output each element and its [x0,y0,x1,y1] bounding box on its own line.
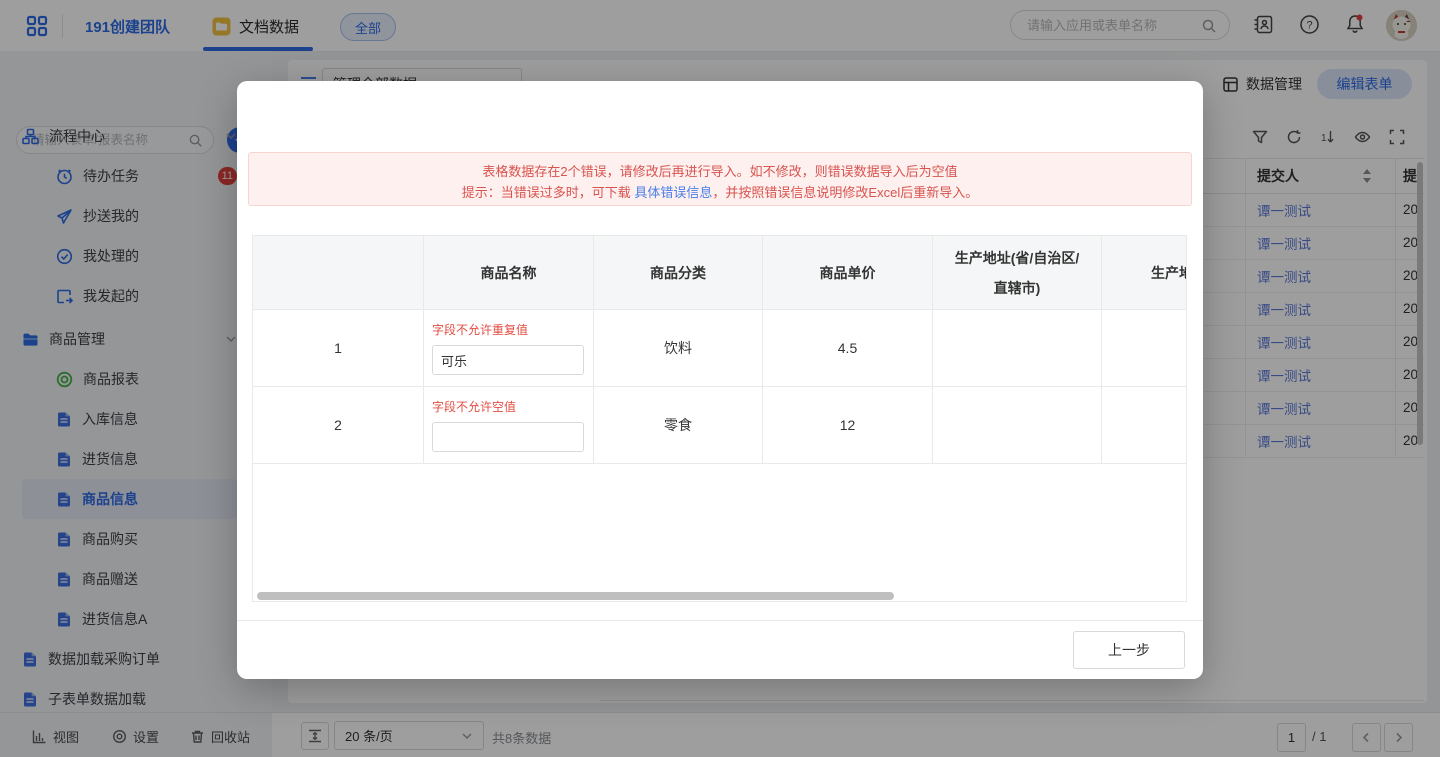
horizontal-scrollbar[interactable] [257,592,894,600]
price-cell: 4.5 [763,310,933,386]
alert-line1: 表格数据存在2个错误，请修改后再进行导入。如不修改，则错误数据导入后为空值 [249,162,1191,181]
name-input[interactable] [432,345,584,375]
row-number: 2 [253,387,424,463]
col-origin-partial: 生产地 [1102,236,1187,309]
alert-line2: 提示：当错误过多时，可下载 具体错误信息，并按照错误信息说明修改Excel后重新… [249,181,1191,205]
modal-footer-divider [237,620,1203,621]
origin-cell [933,387,1102,463]
import-row-2: 2 字段不允许空值 零食 12 [253,387,1187,464]
error-detail-link[interactable]: 具体错误信息 [634,185,712,200]
name-cell: 字段不允许空值 [424,387,594,463]
previous-step-button[interactable]: 上一步 [1073,631,1185,669]
origin-cell [933,310,1102,386]
name-cell: 字段不允许重复值 [424,310,594,386]
col-product-name: 商品名称 [424,236,594,309]
error-alert-banner: 表格数据存在2个错误，请修改后再进行导入。如不修改，则错误数据导入后为空值 提示… [248,152,1192,206]
app-page: 191创建团队 文档数据 全部 ? [0,0,1440,757]
cell-error-message: 字段不允许空值 [432,399,516,415]
import-excel-modal: 导入 Excel 数据 表格数据存在2个错误，请修改后再进行导入。如不修改，则错… [237,81,1203,679]
col-row-number [253,236,424,309]
category-cell: 零食 [594,387,763,463]
name-input[interactable] [432,422,584,452]
col-product-category: 商品分类 [594,236,763,309]
import-row-1: 1 字段不允许重复值 饮料 4.5 [253,310,1187,387]
col-product-price: 商品单价 [763,236,933,309]
origin-partial-cell [1102,310,1187,386]
price-cell: 12 [763,387,933,463]
cell-error-message: 字段不允许重复值 [432,322,528,338]
category-cell: 饮料 [594,310,763,386]
import-table-header: 商品名称 商品分类 商品单价 生产地址(省/自治区/直辖市) 生产地 [253,236,1187,310]
import-preview-table: 商品名称 商品分类 商品单价 生产地址(省/自治区/直辖市) 生产地 1 字段不… [252,235,1187,602]
origin-partial-cell [1102,387,1187,463]
row-number: 1 [253,310,424,386]
col-origin-province: 生产地址(省/自治区/直辖市) [933,236,1102,309]
